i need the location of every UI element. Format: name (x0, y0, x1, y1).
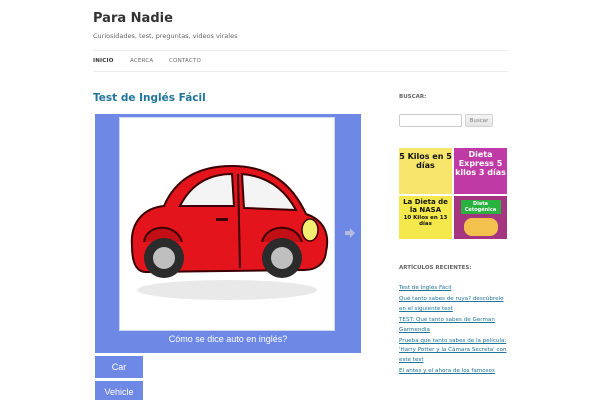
main-nav: Inicio Acerca Contacto (93, 50, 508, 72)
search-widget-title: BUSCAR: (399, 94, 427, 100)
recent-posts-list: Test de Inglés Fácil Qué tanto sabes de … (399, 284, 509, 379)
answer-option-car[interactable]: Car (95, 356, 143, 378)
quiz-image (119, 117, 335, 331)
nav-item-inicio[interactable]: Inicio (93, 58, 114, 64)
nav-item-acerca[interactable]: Acerca (130, 58, 153, 64)
recent-post-link[interactable]: El antes y el ahora de los famosos (399, 367, 509, 378)
recent-post-link[interactable]: Prueba que tanto sabes de la película: '… (399, 337, 509, 367)
recent-post-link[interactable]: Qué tanto sabes de ruya? descúbrelo en e… (399, 295, 509, 316)
post-title[interactable]: Test de Inglés Fácil (93, 92, 206, 104)
red-car-illustration (130, 164, 329, 300)
recent-post-link[interactable]: Test de Inglés Fácil (399, 284, 509, 295)
ad-cell-dieta-express: Dieta Express 5 kilos 3 días (454, 148, 507, 194)
quiz-question: Cómo se dice auto en inglés? (168, 334, 288, 344)
answer-option-vehicle[interactable]: Vehicle (95, 381, 143, 400)
ad-cell-10-kilos: 10 Kilos en 13 días (403, 215, 448, 227)
nav-item-contacto[interactable]: Contacto (169, 58, 201, 64)
ad-cell-nasa-title: La Dieta de la NASA (403, 198, 448, 214)
search-button[interactable]: Buscar (465, 114, 493, 127)
recent-posts-title: ARTÍCULOS RECIENTES: (399, 265, 472, 271)
site-tagline: Curiosidades, test, preguntas, videos vi… (93, 32, 238, 40)
food-image (463, 218, 498, 236)
ad-cell-5-kilos: 5 Kilos en 5 días (399, 148, 452, 194)
ad-cell-dieta-nasa: La Dieta de la NASA 10 Kilos en 13 días (399, 196, 452, 239)
recent-post-link[interactable]: TEST: Qué tanto sabes de German Garmendi… (399, 316, 509, 337)
next-arrow-icon[interactable] (345, 228, 355, 238)
ad-cell-cetogenica: Dieta Cetogénica (454, 196, 507, 239)
site-title[interactable]: Para Nadie (93, 11, 173, 26)
search-input[interactable] (399, 114, 462, 127)
ad-cell-cetogenica-label: Dieta Cetogénica (460, 200, 501, 214)
diet-ad-banner[interactable]: 5 Kilos en 5 días Dieta Express 5 kilos … (399, 148, 507, 239)
